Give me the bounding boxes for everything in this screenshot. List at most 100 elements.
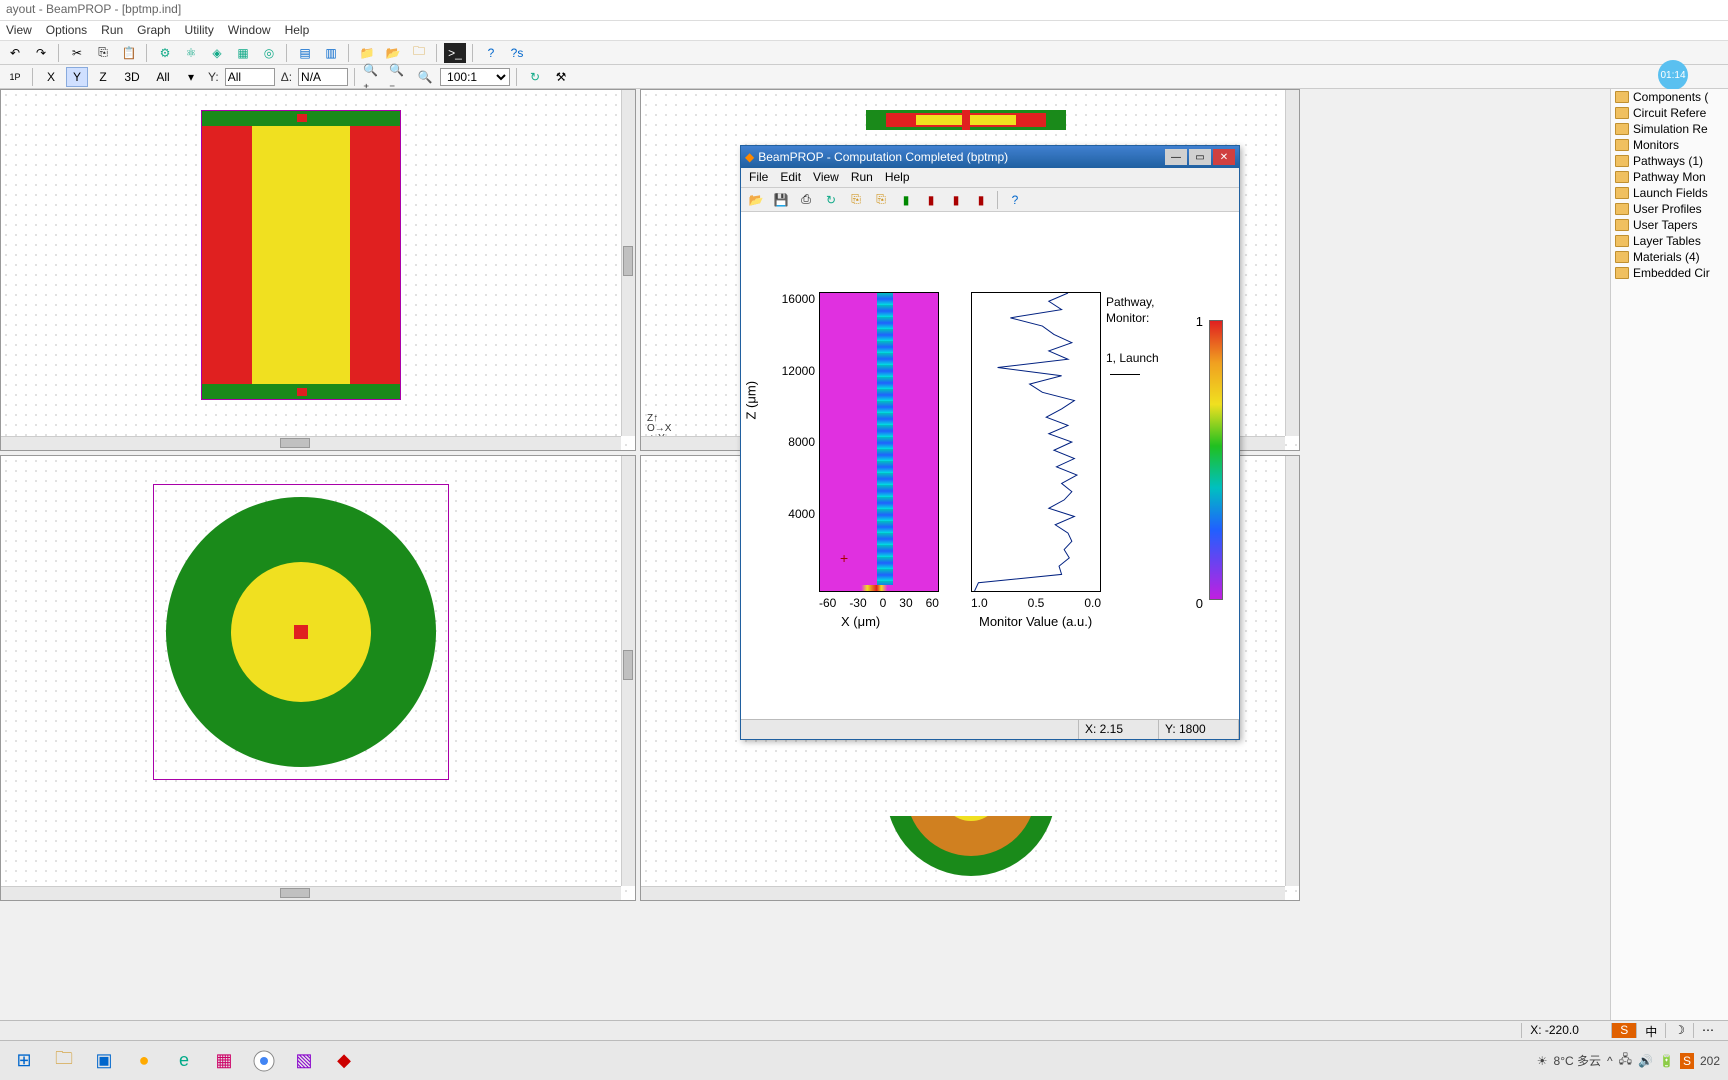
popup-copy1-button[interactable]: ⎘ (845, 190, 867, 210)
zoom-select[interactable]: 100:1 (440, 68, 510, 86)
scrollbar-v[interactable] (621, 456, 635, 886)
zoom-fit-button[interactable]: 🔍 (414, 67, 436, 87)
sidebar-item-circuit[interactable]: Circuit Refere (1611, 105, 1728, 121)
popup-light4-button[interactable]: ▮ (970, 190, 992, 210)
cut-button[interactable]: ✂ (66, 43, 88, 63)
taskbar-app1-icon[interactable]: ▣ (88, 1045, 120, 1077)
help-button[interactable]: ? (480, 43, 502, 63)
axis-all-button[interactable]: All (150, 67, 176, 87)
waveguide-yz-shape[interactable] (866, 110, 1066, 130)
zoom-in-button[interactable]: 🔍₊ (362, 67, 384, 87)
tool-button-5[interactable]: ◎ (258, 43, 280, 63)
sidebar-item-launch-fields[interactable]: Launch Fields (1611, 185, 1728, 201)
waveguide-xy-shape[interactable] (153, 484, 449, 780)
settings-button[interactable]: ⚒ (550, 67, 572, 87)
y-input[interactable] (225, 68, 275, 86)
help-sim-button[interactable]: ?ѕ (506, 43, 528, 63)
undo-button[interactable]: ↶ (4, 43, 26, 63)
sidebar-item-layer-tables[interactable]: Layer Tables (1611, 233, 1728, 249)
view-pane-xy[interactable] (0, 455, 636, 901)
scrollbar-h[interactable] (641, 886, 1285, 900)
status-ime-icon[interactable]: S (1611, 1023, 1636, 1038)
tool-button-3[interactable]: ◈ (206, 43, 228, 63)
waveguide-3d-shape[interactable] (871, 816, 1071, 886)
refresh-button[interactable]: ↻ (524, 67, 546, 87)
scrollbar-v[interactable] (1285, 90, 1299, 436)
taskbar-app3-icon[interactable]: ▦ (208, 1045, 240, 1077)
tray-volume-icon[interactable]: 🔊 (1638, 1054, 1653, 1068)
tray-chevron-icon[interactable]: ^ (1607, 1054, 1613, 1068)
popup-help-button[interactable]: ? (1004, 190, 1026, 210)
scrollbar-v[interactable] (621, 90, 635, 436)
popup-light2-button[interactable]: ▮ (920, 190, 942, 210)
sidebar-item-materials[interactable]: Materials (4) (1611, 249, 1728, 265)
paste-button[interactable]: 📋 (118, 43, 140, 63)
folder-button-3[interactable]: 🗀 (408, 43, 430, 63)
scrollbar-h[interactable] (1, 886, 621, 900)
sidebar-item-pathway-mon[interactable]: Pathway Mon (1611, 169, 1728, 185)
copy-button[interactable]: ⎘ (92, 43, 114, 63)
tray-ime-icon[interactable]: S (1680, 1053, 1694, 1069)
menu-window[interactable]: Window (228, 23, 271, 38)
sidebar-item-components[interactable]: Components ( (1611, 89, 1728, 105)
tool-button-4[interactable]: ▦ (232, 43, 254, 63)
taskbar-app2-icon[interactable]: ● (128, 1045, 160, 1077)
tool-button-7[interactable]: ▥ (320, 43, 342, 63)
popup-print-button[interactable]: ⎙ (795, 190, 817, 210)
monitor-line-plot[interactable] (971, 292, 1101, 592)
popup-menu-run[interactable]: Run (851, 170, 873, 185)
taskbar-explorer-icon[interactable]: 🗀 (48, 1045, 80, 1077)
axis-y-button[interactable]: Y (66, 67, 88, 87)
terminal-button[interactable]: >_ (444, 43, 466, 63)
popup-light3-button[interactable]: ▮ (945, 190, 967, 210)
axis-drop-button[interactable]: ▾ (180, 67, 202, 87)
heatmap-plot[interactable]: + (819, 292, 939, 592)
sidebar-item-pathways[interactable]: Pathways (1) (1611, 153, 1728, 169)
sidebar-item-user-tapers[interactable]: User Tapers (1611, 217, 1728, 233)
popup-menu-view[interactable]: View (813, 170, 839, 185)
sidebar-item-simulation[interactable]: Simulation Re (1611, 121, 1728, 137)
waveguide-xz-shape[interactable] (201, 110, 401, 400)
view-pane-xz[interactable] (0, 89, 636, 451)
popup-copy2-button[interactable]: ⎘ (870, 190, 892, 210)
menu-graph[interactable]: Graph (137, 23, 170, 38)
minimize-button[interactable]: — (1165, 149, 1187, 165)
menu-options[interactable]: Options (46, 23, 87, 38)
sidebar-item-monitors[interactable]: Monitors (1611, 137, 1728, 153)
sidebar-item-user-profiles[interactable]: User Profiles (1611, 201, 1728, 217)
status-lang[interactable]: 中 (1636, 1023, 1665, 1038)
scrollbar-v[interactable] (1285, 456, 1299, 886)
axis-3d-button[interactable]: 3D (118, 67, 146, 87)
maximize-button[interactable]: ▭ (1189, 149, 1211, 165)
close-button[interactable]: ✕ (1213, 149, 1235, 165)
folder-button-2[interactable]: 📂 (382, 43, 404, 63)
popup-menu-help[interactable]: Help (885, 170, 910, 185)
zoom-out-button[interactable]: 🔍₋ (388, 67, 410, 87)
scrollbar-h[interactable] (1, 436, 621, 450)
popup-menu-edit[interactable]: Edit (780, 170, 801, 185)
tool-button-1[interactable]: ⚙ (154, 43, 176, 63)
axis-x-button[interactable]: X (40, 67, 62, 87)
taskbar-start-icon[interactable]: ⊞ (8, 1045, 40, 1077)
axis-z-button[interactable]: Z (92, 67, 114, 87)
menu-help[interactable]: Help (285, 23, 310, 38)
sidebar-item-embedded[interactable]: Embedded Cir (1611, 265, 1728, 281)
tool-button-6[interactable]: ▤ (294, 43, 316, 63)
status-more-icon[interactable]: ⋯ (1693, 1023, 1722, 1038)
popup-refresh-button[interactable]: ↻ (820, 190, 842, 210)
popup-menu-file[interactable]: File (749, 170, 768, 185)
popup-open-button[interactable]: 📂 (745, 190, 767, 210)
mode-1p-button[interactable]: 1P (4, 67, 26, 87)
menu-run[interactable]: Run (101, 23, 123, 38)
redo-button[interactable]: ↷ (30, 43, 52, 63)
popup-titlebar[interactable]: ◆ BeamPROP - Computation Completed (bptm… (741, 146, 1239, 168)
taskbar-chrome-icon[interactable] (248, 1045, 280, 1077)
tray-network-icon[interactable]: 🖧 (1619, 1050, 1632, 1071)
tray-battery-icon[interactable]: 🔋 (1659, 1054, 1674, 1068)
folder-button-1[interactable]: 📁 (356, 43, 378, 63)
popup-light1-button[interactable]: ▮ (895, 190, 917, 210)
taskbar-beamprop-icon[interactable]: ◆ (328, 1045, 360, 1077)
taskbar-app4-icon[interactable]: ▧ (288, 1045, 320, 1077)
system-tray[interactable]: ☀ 8°C 多云 ^ 🖧 🔊 🔋 S 202 (1537, 1050, 1720, 1071)
delta-input[interactable] (298, 68, 348, 86)
